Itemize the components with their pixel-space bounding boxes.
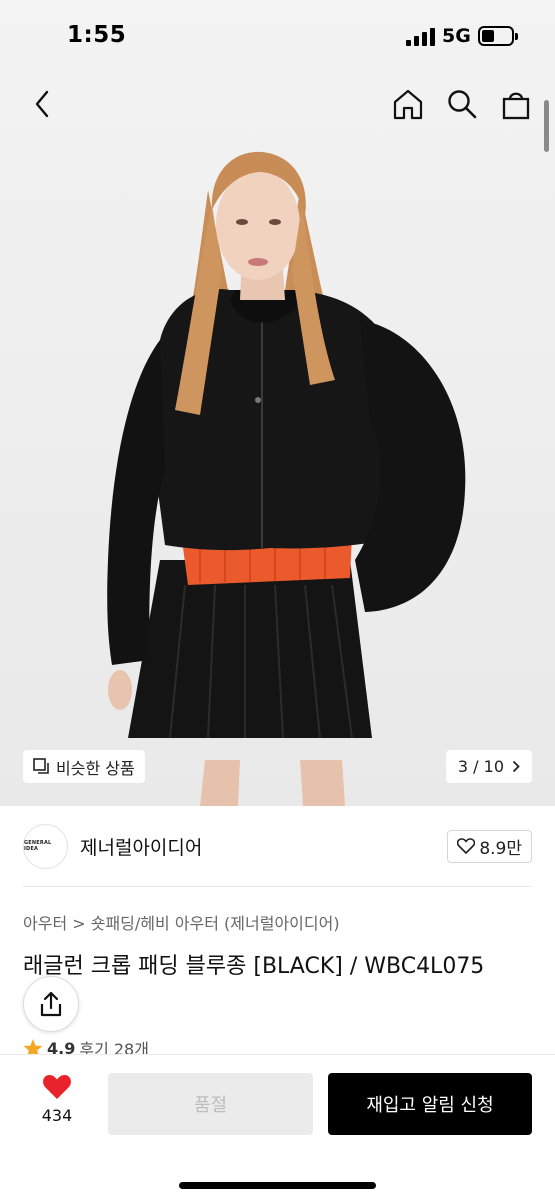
wishlist-button[interactable]: 434 — [30, 1073, 84, 1125]
divider — [23, 886, 532, 887]
brand-name[interactable]: 제너럴아이디어 — [80, 833, 202, 860]
scrollbar[interactable] — [544, 100, 549, 152]
wishlist-count: 434 — [41, 1106, 73, 1125]
back-button[interactable] — [24, 84, 60, 124]
brand-row[interactable]: GENERAL IDEA 제너럴아이디어 8.9만 — [23, 822, 532, 870]
brand-logo: GENERAL IDEA — [23, 823, 68, 869]
similar-products-button[interactable]: 비슷한 상품 — [23, 750, 145, 783]
share-button[interactable] — [23, 976, 79, 1032]
breadcrumb[interactable]: 아우터 > 숏패딩/헤비 아우터 (제너럴아이디어) — [23, 910, 340, 934]
heart-filled-icon — [43, 1075, 71, 1099]
home-indicator — [179, 1182, 376, 1189]
signal-icon — [406, 28, 436, 46]
top-nav-actions — [391, 84, 533, 124]
battery-icon — [478, 26, 518, 46]
search-button[interactable] — [445, 84, 479, 124]
image-counter-button[interactable]: 3 / 10 — [445, 750, 532, 783]
brand-like-button[interactable]: 8.9만 — [447, 829, 532, 863]
brand-like-count: 8.9만 — [479, 838, 522, 859]
status-time: 1:55 — [67, 22, 127, 48]
cart-button[interactable] — [499, 84, 533, 124]
search-icon — [448, 90, 477, 119]
sold-out-button[interactable]: 품절 — [108, 1073, 313, 1135]
similar-products-label: 비슷한 상품 — [56, 758, 135, 778]
share-icon — [40, 991, 62, 1017]
restock-alert-button[interactable]: 재입고 알림 신청 — [328, 1073, 532, 1135]
image-counter-text: 3 / 10 — [457, 757, 504, 776]
product-image-gallery[interactable]: 1:55 5G 비슷한 상품 3 / 10 — [0, 0, 555, 806]
chevron-right-icon — [512, 760, 520, 773]
home-button[interactable] — [391, 84, 425, 124]
status-bar: 1:55 5G — [0, 0, 555, 70]
product-title: 래글런 크롭 패딩 블루종 [BLACK] / WBC4L075 — [23, 954, 485, 979]
similar-icon — [33, 758, 49, 774]
back-icon — [35, 90, 49, 118]
home-icon — [393, 89, 423, 120]
network-label: 5G — [442, 25, 471, 47]
bottom-action-bar: 434 품절 재입고 알림 신청 — [0, 1054, 555, 1200]
bag-icon — [502, 92, 530, 120]
heart-outline-icon — [457, 838, 476, 854]
